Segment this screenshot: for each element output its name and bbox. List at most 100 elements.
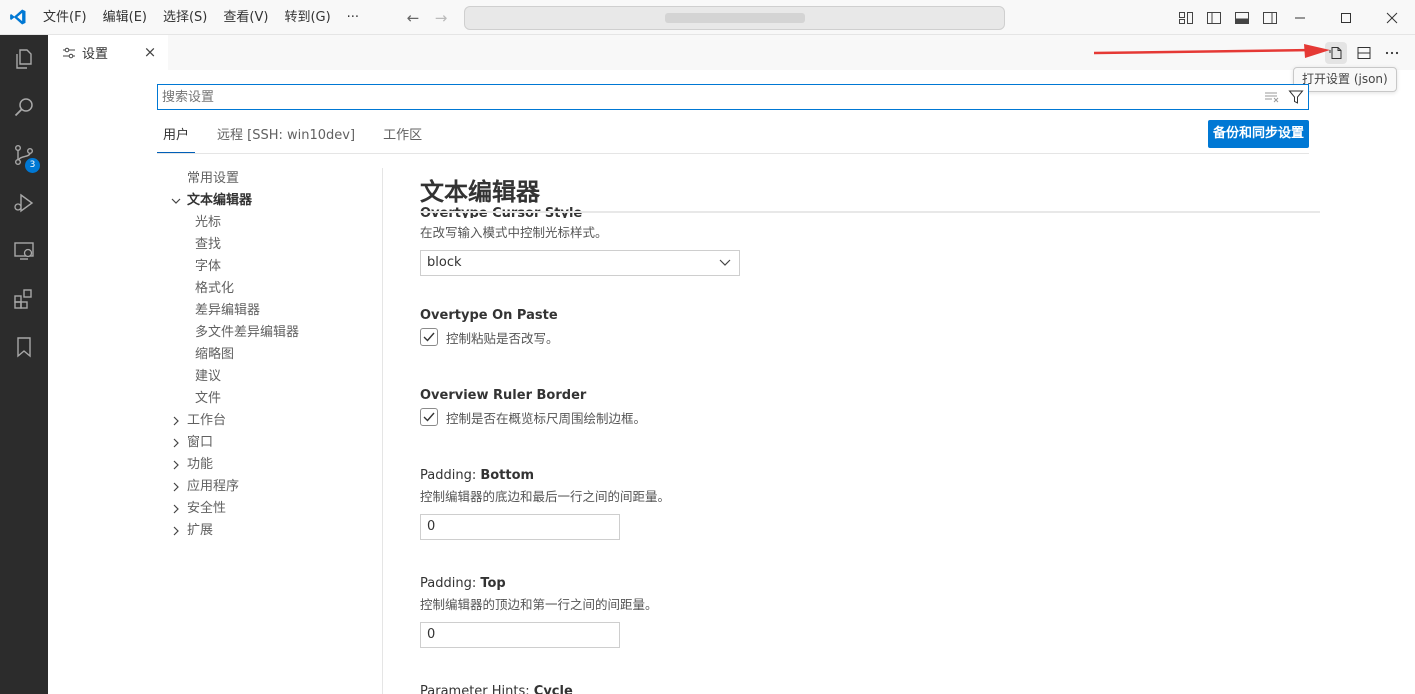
extensions-icon[interactable] (0, 275, 48, 323)
setting-title: Padding: Bottom (420, 466, 1300, 486)
tab-close-icon[interactable]: × (142, 43, 158, 61)
activity-bar: 3 (0, 35, 48, 694)
back-arrow-icon[interactable]: ← (405, 9, 421, 27)
checkbox-label: 控制粘贴是否改写。 (446, 330, 559, 346)
toc-item-extensions[interactable]: 扩展 (165, 520, 375, 542)
toc-item-security[interactable]: 安全性 (165, 498, 375, 520)
scope-divider (157, 153, 1309, 154)
split-editor-icon[interactable] (1353, 42, 1375, 64)
chevron-right-icon (173, 438, 179, 448)
settings-list: Overtype Cursor Style 文本编辑器 在改写输入模式中控制光标… (420, 160, 1320, 694)
overtype-cursor-style-select[interactable]: block (420, 250, 740, 276)
sticky-header-divider (420, 211, 1320, 213)
toc-item-suggestions[interactable]: 建议 (165, 366, 375, 388)
setting-category: Padding: (420, 468, 481, 483)
maximize-icon[interactable] (1323, 0, 1369, 35)
tab-settings[interactable]: 设置 × (48, 35, 168, 70)
toc-item-cursor[interactable]: 光标 (165, 212, 375, 234)
toggle-panel-icon[interactable] (1232, 8, 1252, 28)
toc-divider (382, 168, 383, 694)
chevron-right-icon (173, 504, 179, 514)
setting-desc: 在改写输入模式中控制光标样式。 (420, 225, 608, 240)
padding-bottom-input[interactable]: 0 (420, 514, 620, 540)
toc-item-diff-editor[interactable]: 差异编辑器 (165, 300, 375, 322)
remote-explorer-icon[interactable] (0, 227, 48, 275)
padding-top-input[interactable]: 0 (420, 622, 620, 648)
settings-tab-icon (62, 46, 76, 60)
setting-padding-bottom: Padding: Bottom 控制编辑器的底边和最后一行之间的间距量。 0 (420, 466, 1300, 540)
toc-label: 功能 (187, 457, 214, 472)
toc-item-common[interactable]: 常用设置 (165, 168, 375, 190)
tab-remote[interactable]: 远程 [SSH: win10dev] (211, 121, 361, 153)
menu-file[interactable]: 文件(F) (35, 0, 95, 35)
toc-item-features[interactable]: 功能 (165, 454, 375, 476)
filter-icon[interactable] (1288, 89, 1304, 105)
toc-item-workbench[interactable]: 工作台 (165, 410, 375, 432)
setting-category: Parameter Hints: (420, 684, 534, 694)
check-icon (423, 332, 435, 342)
editor-actions (1325, 42, 1403, 64)
backup-sync-button[interactable]: 备份和同步设置 (1208, 120, 1309, 148)
chevron-down-icon (719, 259, 731, 266)
vscode-logo-icon (0, 0, 35, 35)
chevron-right-icon (173, 460, 179, 470)
toc-item-text-editor[interactable]: 文本编辑器 (165, 190, 375, 212)
menu-more[interactable]: ··· (339, 0, 367, 35)
more-actions-icon[interactable] (1381, 42, 1403, 64)
setting-overtype-cursor-style: 在改写输入模式中控制光标样式。 block (420, 222, 1300, 276)
overview-ruler-border-checkbox[interactable] (420, 408, 438, 426)
command-center-blurred-text (665, 13, 805, 23)
menu-edit[interactable]: 编辑(E) (95, 0, 155, 35)
toc-item-font[interactable]: 字体 (165, 256, 375, 278)
explorer-icon[interactable] (0, 35, 48, 83)
checkbox-row: 控制是否在概览标尺周围绘制边框。 (420, 406, 1300, 428)
chevron-right-icon (173, 482, 179, 492)
bookmark-icon[interactable] (0, 323, 48, 371)
search-icon[interactable] (0, 83, 48, 131)
search-actions (1264, 89, 1304, 105)
setting-category: Padding: (420, 576, 481, 591)
settings-search-box (157, 84, 1309, 110)
run-debug-icon[interactable] (0, 179, 48, 227)
window-controls (1277, 0, 1415, 35)
toc-item-multi-diff-editor[interactable]: 多文件差异编辑器 (165, 322, 375, 344)
toc-item-minimap[interactable]: 缩略图 (165, 344, 375, 366)
toc-item-application[interactable]: 应用程序 (165, 476, 375, 498)
toc-label: 窗口 (187, 435, 214, 450)
setting-title: Overview Ruler Border (420, 388, 587, 403)
clear-filter-icon[interactable] (1264, 89, 1280, 105)
tab-label: 设置 (82, 47, 109, 62)
setting-padding-top: Padding: Top 控制编辑器的顶边和第一行之间的间距量。 0 (420, 574, 1300, 648)
menu-selection[interactable]: 选择(S) (155, 0, 215, 35)
toc-item-files[interactable]: 文件 (165, 388, 375, 410)
settings-toc: 常用设置 文本编辑器 光标 查找 字体 格式化 差异编辑器 多文件差异编辑器 缩… (165, 168, 375, 542)
setting-name: Top (480, 576, 506, 591)
tab-workspace[interactable]: 工作区 (377, 121, 428, 153)
setting-parameter-hints-cycle: Parameter Hints: Cycle (420, 682, 1300, 694)
tab-user[interactable]: 用户 (157, 121, 196, 153)
customize-layout-icon[interactable] (1176, 8, 1196, 28)
toc-item-window[interactable]: 窗口 (165, 432, 375, 454)
setting-title: Padding: Top (420, 574, 1300, 594)
setting-desc: 控制编辑器的底边和最后一行之间的间距量。 (420, 489, 671, 504)
forward-arrow-icon[interactable]: → (433, 9, 449, 27)
toc-label: 工作台 (187, 413, 227, 428)
setting-title: Parameter Hints: Cycle (420, 682, 1300, 694)
toc-label: 应用程序 (187, 479, 240, 494)
search-input[interactable] (162, 87, 1242, 107)
settings-scope-tabs: 用户 远程 [SSH: win10dev] 工作区 (157, 121, 428, 153)
menu-go[interactable]: 转到(G) (276, 0, 338, 35)
toc-item-find[interactable]: 查找 (165, 234, 375, 256)
toc-item-formatting[interactable]: 格式化 (165, 278, 375, 300)
menu-view[interactable]: 查看(V) (215, 0, 276, 35)
overtype-on-paste-checkbox[interactable] (420, 328, 438, 346)
minimize-icon[interactable] (1277, 0, 1323, 35)
scm-badge: 3 (25, 158, 40, 173)
command-center[interactable] (464, 6, 1005, 30)
title-bar: 文件(F) 编辑(E) 选择(S) 查看(V) 转到(G) ··· ← → (0, 0, 1415, 35)
toggle-primary-sidebar-icon[interactable] (1204, 8, 1224, 28)
toc-label: 安全性 (187, 501, 227, 516)
source-control-icon[interactable]: 3 (0, 131, 48, 179)
close-window-icon[interactable] (1369, 0, 1415, 35)
setting-name: Bottom (480, 468, 535, 483)
